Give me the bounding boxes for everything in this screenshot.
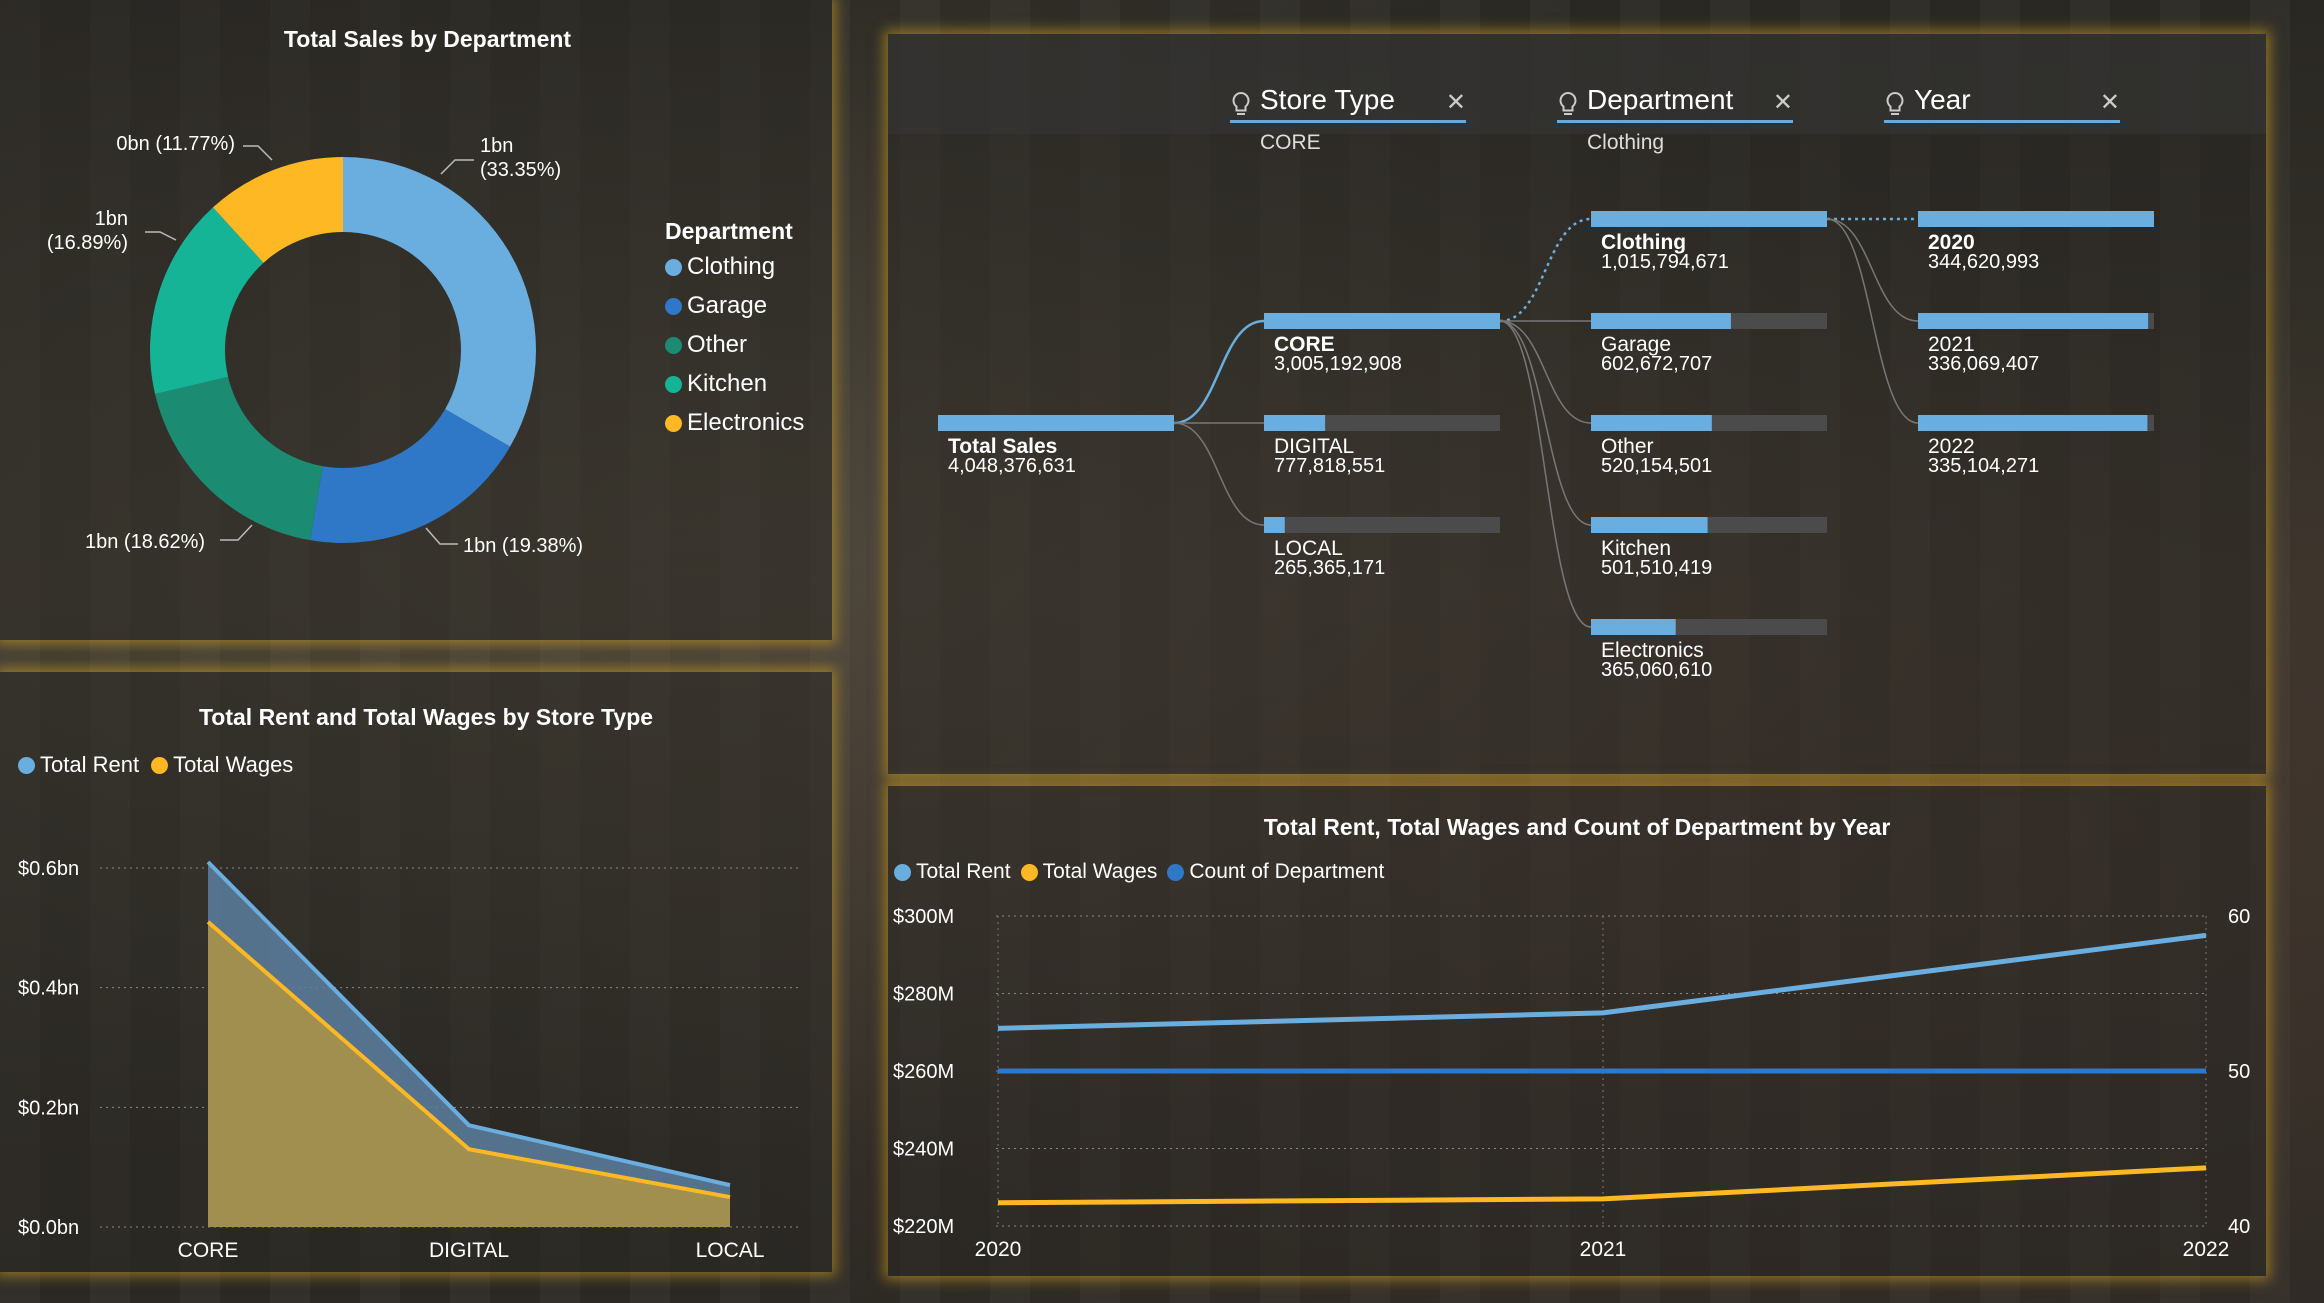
tree-store-type-value: 777,818,551 bbox=[1274, 455, 1385, 477]
tree-department-value: 501,510,419 bbox=[1601, 557, 1712, 579]
tree-department-bar bbox=[1591, 619, 1676, 635]
area-x-tick: CORE bbox=[178, 1239, 239, 1262]
tree-link bbox=[1173, 319, 1265, 425]
donut-data-label: (16.89%) bbox=[47, 232, 128, 254]
donut-data-label: 1bn bbox=[95, 208, 128, 230]
line-chart: $220M $240M $260M $280M $300M 40 50 60 2020 2021 2… bbox=[893, 906, 2250, 1261]
tree-store-type-bar bbox=[1264, 313, 1500, 329]
tree-department-value: 365,060,610 bbox=[1601, 659, 1712, 681]
donut-data-label: 1bn bbox=[480, 135, 513, 157]
donut-data-label: 1bn (18.62%) bbox=[85, 531, 205, 553]
area-y-tick: $0.4bn bbox=[18, 978, 79, 1000]
tree-year-bar bbox=[1918, 211, 2154, 227]
decomposition-tree: Total Sales4,048,376,631CORE3,005,192,90… bbox=[938, 211, 2154, 681]
tree-department-bar bbox=[1591, 211, 1827, 227]
tree-link bbox=[1173, 422, 1265, 526]
line-y-tick-left: $220M bbox=[893, 1216, 954, 1238]
line-y-tick-right: 50 bbox=[2228, 1061, 2250, 1083]
tree-department-value: 520,154,501 bbox=[1601, 455, 1712, 477]
tree-year-bar bbox=[1918, 313, 2149, 329]
donut-leader-line bbox=[425, 527, 458, 545]
legend-dot-icon bbox=[665, 414, 682, 432]
area-y-tick: $0.6bn bbox=[18, 858, 79, 880]
area-x-tick: DIGITAL bbox=[429, 1239, 509, 1262]
area-x-tick: LOCAL bbox=[696, 1239, 765, 1262]
donut-legend-label: Garage bbox=[687, 292, 768, 319]
tree-link bbox=[1499, 217, 1592, 323]
line-y-tick-left: $240M bbox=[893, 1139, 954, 1161]
donut-leader-line bbox=[145, 231, 177, 241]
tree-link bbox=[1826, 218, 1919, 424]
legend-dot-icon bbox=[665, 297, 682, 315]
donut-legend-item[interactable]: Other bbox=[665, 331, 804, 359]
line-x-tick: 2021 bbox=[1580, 1238, 1627, 1261]
donut-leader-line bbox=[220, 524, 253, 541]
donut-data-label: (33.35%) bbox=[480, 159, 561, 181]
area-y-tick: $0.2bn bbox=[18, 1097, 79, 1119]
tree-store-type-bar bbox=[1264, 517, 1285, 533]
tree-link bbox=[1499, 320, 1592, 424]
tree-link bbox=[1499, 320, 1592, 526]
area-chart: $0.0bn $0.2bn $0.4bn $0.6bn CORE DIGITAL LOCAL bbox=[18, 858, 800, 1262]
donut-legend-item[interactable]: Garage bbox=[665, 292, 804, 320]
area-panel: Total Rent and Total Wages by Store Type… bbox=[0, 672, 832, 1272]
tree-store-type-value: 265,365,171 bbox=[1274, 557, 1385, 579]
line-y-tick-right: 40 bbox=[2228, 1216, 2250, 1238]
area-y-tick: $0.0bn bbox=[18, 1217, 79, 1239]
tree-link bbox=[1826, 218, 1919, 322]
donut-leader-line bbox=[440, 159, 474, 175]
donut-legend-item[interactable]: Electronics bbox=[665, 409, 804, 437]
tree-link bbox=[1499, 320, 1592, 628]
line-panel: Total Rent, Total Wages and Count of Dep… bbox=[888, 786, 2266, 1276]
tree-root-value: 4,048,376,631 bbox=[948, 455, 1076, 477]
tree-department-value: 602,672,707 bbox=[1601, 353, 1712, 375]
donut-panel: Total Sales by Department 1bn (33.35%) 1bn… bbox=[0, 0, 832, 640]
line-x-tick: 2022 bbox=[2183, 1238, 2230, 1261]
decomposition-tree-panel: Store Type ✕ CORE Department ✕ Clothing Year… bbox=[888, 34, 2266, 774]
tree-store-type-value: 3,005,192,908 bbox=[1274, 353, 1402, 375]
tree-root-bar bbox=[938, 415, 1174, 431]
line-series-total-wages bbox=[997, 1165, 2207, 1206]
legend-dot-icon bbox=[665, 258, 682, 276]
tree-year-value: 344,620,993 bbox=[1928, 251, 2039, 273]
donut-data-label: 0bn (11.77%) bbox=[116, 133, 235, 155]
donut-legend-label: Clothing bbox=[687, 253, 776, 280]
line-y-tick-left: $260M bbox=[893, 1061, 954, 1083]
line-y-tick-left: $280M bbox=[893, 984, 954, 1006]
donut-legend-label: Electronics bbox=[687, 409, 805, 436]
donut-legend-item[interactable]: Clothing bbox=[665, 253, 804, 281]
donut-slice-other bbox=[155, 376, 323, 541]
donut-slice-clothing bbox=[343, 157, 536, 447]
donut-legend-item[interactable]: Kitchen bbox=[665, 370, 804, 398]
tree-year-value: 335,104,271 bbox=[1928, 455, 2039, 477]
donut-legend-label: Kitchen bbox=[687, 370, 768, 397]
donut-legend-label: Other bbox=[687, 331, 748, 358]
tree-department-value: 1,015,794,671 bbox=[1601, 251, 1729, 273]
donut-data-label: 1bn (19.38%) bbox=[463, 535, 583, 557]
line-y-tick-right: 60 bbox=[2228, 906, 2250, 928]
legend-dot-icon bbox=[665, 375, 682, 393]
tree-store-type-bar-track bbox=[1264, 517, 1500, 533]
line-x-tick: 2020 bbox=[975, 1238, 1022, 1261]
tree-year-value: 336,069,407 bbox=[1928, 353, 2039, 375]
line-y-tick-left: $300M bbox=[893, 906, 954, 928]
tree-year-bar bbox=[1918, 415, 2148, 431]
line-series-total-rent bbox=[997, 932, 2207, 1031]
donut-legend: Department Clothing Garage Other Kitchen Ele… bbox=[665, 218, 804, 448]
donut-legend-title: Department bbox=[665, 218, 793, 244]
donut-leader-line bbox=[243, 145, 273, 161]
tree-department-bar bbox=[1591, 415, 1712, 431]
tree-department-bar bbox=[1591, 517, 1708, 533]
tree-department-bar bbox=[1591, 313, 1731, 329]
tree-store-type-bar bbox=[1264, 415, 1326, 431]
legend-dot-icon bbox=[665, 336, 682, 354]
